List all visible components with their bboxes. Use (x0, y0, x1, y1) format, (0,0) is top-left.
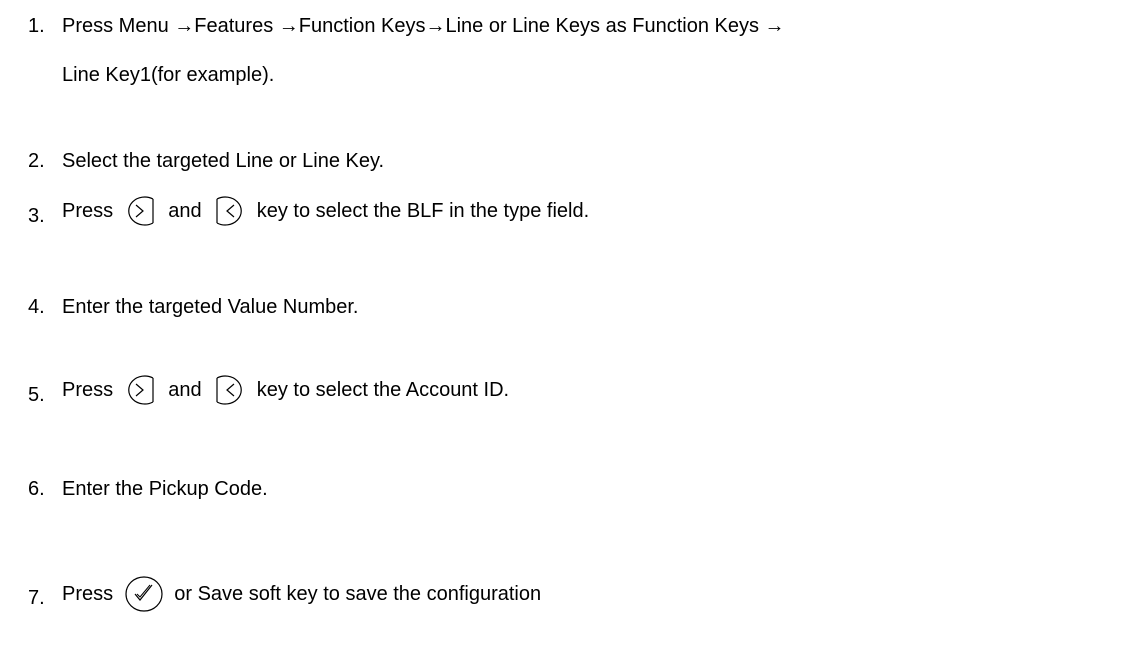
step-text-middle: and (168, 379, 202, 401)
step-number: 3. (28, 205, 45, 227)
step-text: Press Menu →Features →Function Keys→Line… (62, 15, 785, 37)
step-number: 4. (28, 296, 45, 318)
ok-check-key-icon (123, 574, 165, 614)
left-arrow-key-icon (211, 196, 247, 226)
step-number: 5. (28, 384, 45, 406)
step-text-before: Press (62, 583, 114, 605)
step-text: Select the targeted Line or Line Key. (62, 150, 385, 172)
right-arrow-key-icon (123, 196, 159, 226)
step-text: Enter the targeted Value Number. (62, 296, 359, 318)
step-text: Enter the Pickup Code. (62, 478, 268, 500)
step-text-before: Press (62, 379, 114, 401)
step-number: 6. (28, 478, 45, 500)
step-text-after: or Save soft key to save the configurati… (174, 583, 542, 605)
step-1-continuation: Line Key1(for example). (62, 64, 275, 86)
step-text-after: key to select the Account ID. (256, 379, 510, 401)
step-number: 7. (28, 587, 45, 609)
step-text-middle: and (168, 200, 202, 222)
step-text-after: key to select the BLF in the type field. (256, 200, 590, 222)
step-text-before: Press (62, 200, 114, 222)
right-arrow-key-icon (123, 375, 159, 405)
left-arrow-key-icon (211, 375, 247, 405)
step-number: 1. (28, 15, 45, 37)
step-number: 2. (28, 150, 45, 172)
